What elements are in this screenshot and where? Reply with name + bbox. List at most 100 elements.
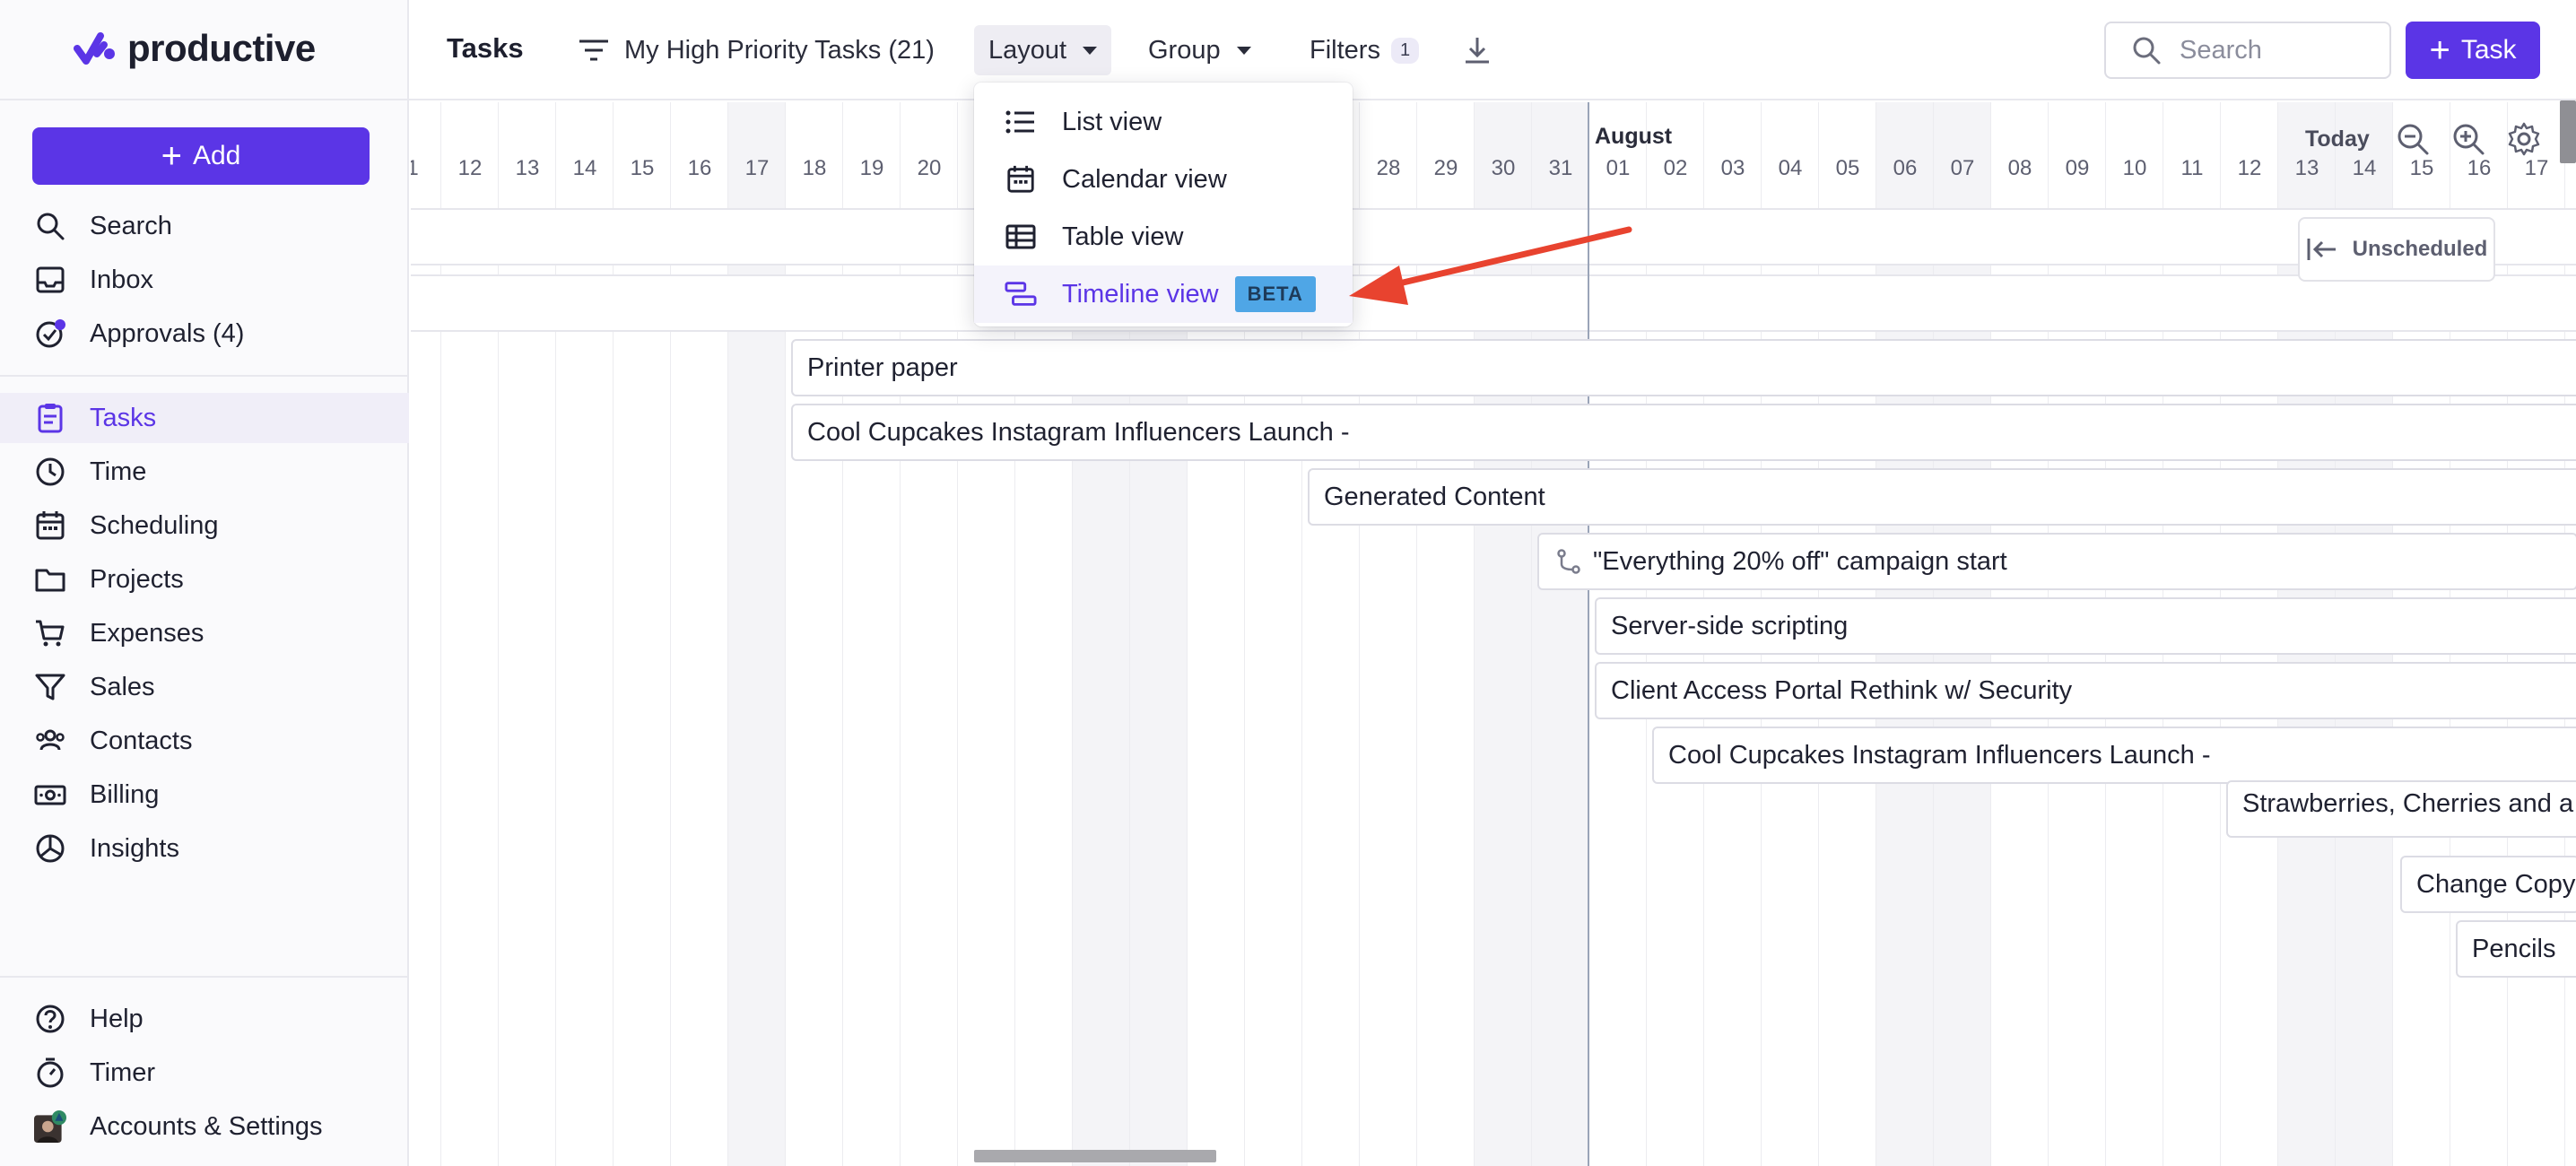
task-bar[interactable]: "Everything 20% off" campaign start xyxy=(1537,533,2576,590)
task-bar[interactable]: Client Access Portal Rethink w/ Security xyxy=(1595,662,2576,719)
sidebar-item-approvals[interactable]: Approvals (4) xyxy=(0,309,409,359)
layout-option-label: Timeline view xyxy=(1062,279,1219,309)
task-bar[interactable]: Strawberries, Cherries and a xyxy=(2226,780,2576,838)
export-button[interactable] xyxy=(1448,25,1507,75)
layout-option-list[interactable]: List view xyxy=(974,93,1353,151)
plus-icon: + xyxy=(2429,30,2450,70)
filters-count-badge: 1 xyxy=(1390,37,1420,64)
search-placeholder: Search xyxy=(2180,35,2262,65)
sidebar-item-label: Tasks xyxy=(90,403,157,432)
add-button-label: Add xyxy=(192,141,241,170)
sidebar-item-search[interactable]: Search xyxy=(0,201,409,251)
unscheduled-button[interactable]: Unscheduled xyxy=(2298,217,2495,282)
cart-icon xyxy=(32,615,68,651)
clock-icon xyxy=(32,454,68,490)
layout-label: Layout xyxy=(988,35,1067,65)
task-bar-label: Client Access Portal Rethink w/ Security xyxy=(1611,675,2073,705)
timeline-day-label: 02 xyxy=(1663,156,1688,180)
timeline-settings-button[interactable] xyxy=(2506,118,2542,160)
timeline-day-label: 30 xyxy=(1491,156,1516,180)
task-bar[interactable]: Cool Cupcakes Instagram Influencers Laun… xyxy=(791,404,2576,461)
chevron-down-icon xyxy=(1236,46,1251,55)
unscheduled-label: Unscheduled xyxy=(2352,237,2488,261)
sidebar-item-projects[interactable]: Projects xyxy=(0,554,409,605)
sidebar-item-label: Sales xyxy=(90,672,155,701)
sidebar-item-label: Insights xyxy=(90,833,179,863)
sidebar-item-contacts[interactable]: Contacts xyxy=(0,716,409,766)
task-bar[interactable]: Printer paper xyxy=(791,339,2576,396)
avatar xyxy=(32,1109,68,1144)
sidebar-item-inbox[interactable]: Inbox xyxy=(0,255,409,305)
search-input[interactable]: Search xyxy=(2104,22,2391,79)
timeline-day-label: 16 xyxy=(2467,156,2492,180)
gear-icon xyxy=(2508,122,2540,156)
new-task-button[interactable]: + Task xyxy=(2406,22,2540,79)
timeline-day-label: 06 xyxy=(1893,156,1918,180)
sidebar-item-accounts-settings[interactable]: Accounts & Settings xyxy=(0,1101,409,1152)
filters-button[interactable]: Filters 1 xyxy=(1295,25,1433,75)
search-icon xyxy=(2133,37,2161,65)
sidebar-item-tasks[interactable]: Tasks xyxy=(0,393,409,443)
layout-option-calendar[interactable]: Calendar view xyxy=(974,151,1353,208)
task-bar-label: "Everything 20% off" campaign start xyxy=(1593,546,2007,576)
sidebar-item-scheduling[interactable]: Scheduling xyxy=(0,500,409,551)
today-label: Today xyxy=(2305,126,2370,152)
task-bar-label: Server-side scripting xyxy=(1611,611,1849,640)
timeline-day-label: 16 xyxy=(687,156,712,180)
layout-option-timeline[interactable]: Timeline view BETA xyxy=(974,265,1353,323)
sidebar-item-timer[interactable]: Timer xyxy=(0,1048,409,1098)
calendar-icon xyxy=(1005,163,1037,196)
task-bar-label: Printer paper xyxy=(807,352,958,382)
timeline-day-label: 14 xyxy=(572,156,597,180)
zoom-in-button[interactable] xyxy=(2450,118,2486,160)
timeline-day-label: 07 xyxy=(1950,156,1975,180)
horizontal-scrollbar[interactable] xyxy=(974,1150,1216,1162)
sidebar-item-label: Contacts xyxy=(90,726,193,755)
timeline-day-label: 13 xyxy=(515,156,540,180)
sidebar-divider xyxy=(0,375,409,377)
timeline-grid[interactable]: August 112131415161718192021222324252627… xyxy=(411,102,2576,1166)
layout-option-label: Calendar view xyxy=(1062,164,1227,194)
logo[interactable]: productive xyxy=(74,27,316,70)
task-bar[interactable]: Server-side scripting xyxy=(1595,597,2576,655)
zoom-out-icon xyxy=(2398,124,2429,155)
pie-icon xyxy=(32,831,68,866)
timeline-day-label: 20 xyxy=(917,156,942,180)
sidebar-item-billing[interactable]: Billing xyxy=(0,770,409,820)
timeline-day-label: 04 xyxy=(1778,156,1803,180)
vertical-scrollbar[interactable] xyxy=(2560,100,2576,163)
list-icon xyxy=(1005,106,1037,138)
sidebar-item-expenses[interactable]: Expenses xyxy=(0,608,409,658)
contacts-icon xyxy=(32,723,68,759)
sidebar-item-time[interactable]: Time xyxy=(0,447,409,497)
saved-filter-selector[interactable]: My High Priority Tasks (21) xyxy=(578,27,935,74)
task-bar[interactable]: Generated Content xyxy=(1308,468,2576,526)
timeline-day-label: 08 xyxy=(2007,156,2032,180)
layout-option-table[interactable]: Table view xyxy=(974,208,1353,265)
inbox-icon xyxy=(32,262,68,298)
task-bar[interactable]: Cool Cupcakes Instagram Influencers Laun… xyxy=(1652,727,2576,784)
task-bar-label: Change Copy xyxy=(2416,869,2576,899)
saved-filter-label: My High Priority Tasks (21) xyxy=(624,35,935,65)
zoom-out-button[interactable] xyxy=(2395,118,2431,160)
sidebar: productive + Add Search Inbox Approvals … xyxy=(0,0,409,1166)
today-button[interactable]: Today xyxy=(2305,118,2370,160)
layout-menu: List view Calendar view Table view Timel… xyxy=(974,83,1353,326)
layout-dropdown-button[interactable]: Layout xyxy=(974,25,1112,75)
sidebar-item-label: Time xyxy=(90,457,147,486)
timeline-day-label: 1 xyxy=(411,156,419,180)
sidebar-item-insights[interactable]: Insights xyxy=(0,823,409,874)
task-bar[interactable]: Pencils xyxy=(2456,920,2576,978)
sidebar-item-help[interactable]: Help xyxy=(0,994,409,1044)
timeline-day-label: 01 xyxy=(1606,156,1631,180)
task-bar-label: Cool Cupcakes Instagram Influencers Laun… xyxy=(1668,740,2211,770)
timeline-day-label: 09 xyxy=(2065,156,2090,180)
timeline-day-label: 15 xyxy=(2409,156,2434,180)
group-dropdown-button[interactable]: Group xyxy=(1134,25,1266,75)
add-button[interactable]: + Add xyxy=(32,127,370,185)
beta-badge: BETA xyxy=(1234,276,1316,312)
task-bar[interactable]: Change Copy xyxy=(2400,856,2576,913)
filters-label: Filters xyxy=(1310,35,1380,65)
sidebar-item-sales[interactable]: Sales xyxy=(0,662,409,712)
sidebar-item-label: Approvals (4) xyxy=(90,318,245,348)
